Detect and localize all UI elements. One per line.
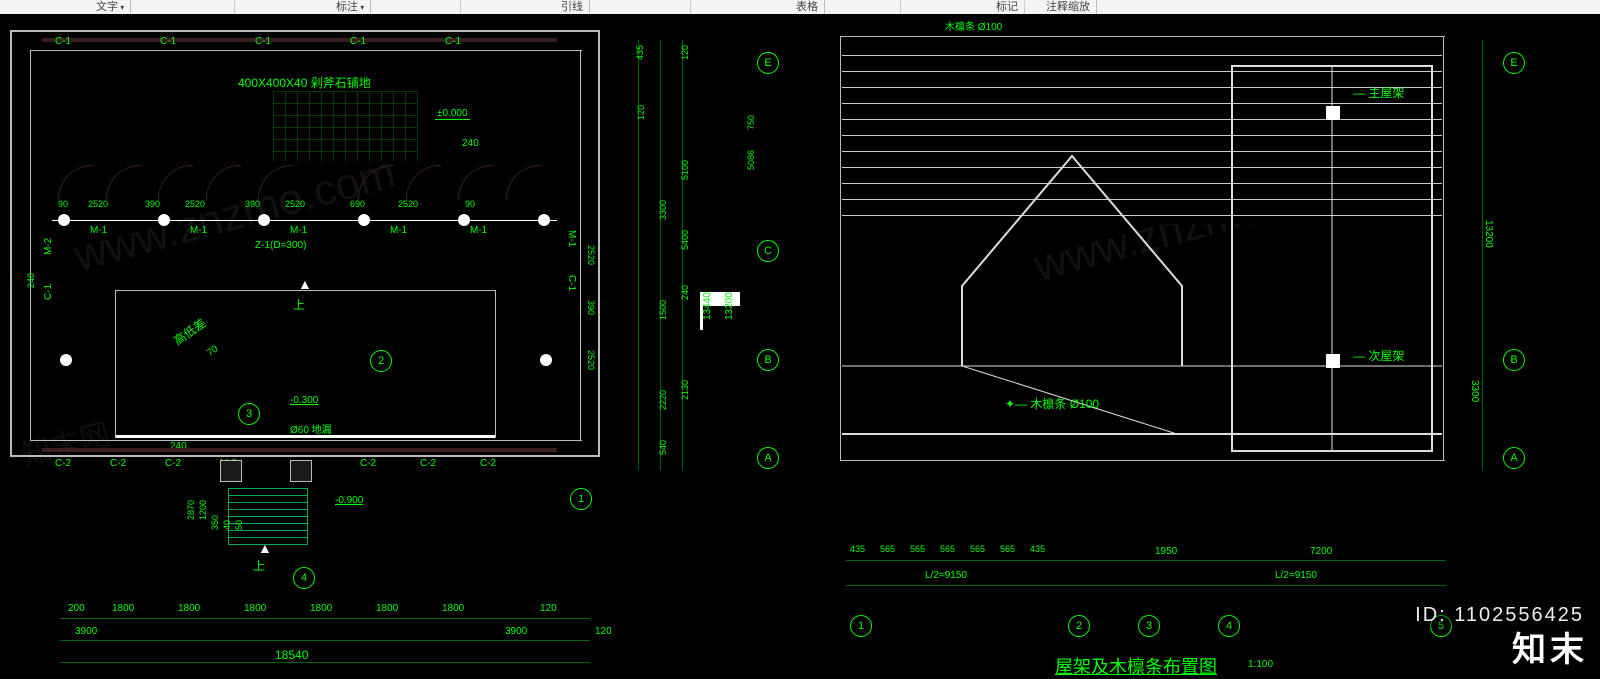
dim: 1800 bbox=[178, 603, 200, 614]
dim: 435 bbox=[850, 544, 865, 554]
grid-4-entry: 4 bbox=[293, 567, 315, 589]
dim: L/2=9150 bbox=[1275, 570, 1317, 581]
dim: 435 bbox=[1030, 544, 1045, 554]
grid-B: B bbox=[1503, 349, 1525, 371]
height-diff: 高低差 bbox=[170, 314, 209, 349]
gable-outline bbox=[842, 36, 1446, 462]
dim: 565 bbox=[1000, 544, 1015, 554]
paving-grid bbox=[273, 91, 418, 161]
dim: 3900 bbox=[505, 626, 527, 637]
dim: 3300 bbox=[1469, 380, 1480, 402]
axis-c2: C-2 bbox=[165, 458, 181, 469]
brand-logo: 知末 bbox=[1512, 622, 1588, 671]
grid-Al: A bbox=[757, 447, 779, 469]
up-arrow-icon: ▲ bbox=[298, 276, 312, 292]
tb-dim[interactable]: 标注 ▾ bbox=[330, 0, 371, 14]
dim: 565 bbox=[910, 544, 925, 554]
c1-right: C-1 bbox=[566, 275, 577, 291]
axis-c2: C-2 bbox=[110, 458, 126, 469]
elev-zero: ±0.000 bbox=[435, 108, 470, 120]
dim: 350 bbox=[210, 515, 220, 530]
dim-240: 240 bbox=[462, 138, 479, 149]
grid-2-inner: 2 bbox=[370, 350, 392, 372]
up-arrow-label: 上 bbox=[293, 296, 305, 313]
dim: 200 bbox=[68, 603, 85, 614]
up2: 上 bbox=[253, 557, 265, 574]
tb-mark[interactable]: 标记 bbox=[990, 0, 1025, 14]
drain: Ø60 地漏 bbox=[290, 421, 332, 436]
dim: 565 bbox=[970, 544, 985, 554]
dim: 435 bbox=[635, 45, 645, 60]
dim: 1800 bbox=[442, 603, 464, 614]
dim: 1800 bbox=[376, 603, 398, 614]
dim: 1800 bbox=[112, 603, 134, 614]
grid-1-entry: 1 bbox=[570, 488, 592, 510]
dim: 5086 bbox=[746, 150, 756, 170]
grid-2b: 2 bbox=[1068, 615, 1090, 637]
axis-c2: C-2 bbox=[420, 458, 436, 469]
grid-3-inner: 3 bbox=[238, 403, 260, 425]
dim: L/2=9150 bbox=[925, 570, 967, 581]
dim: 2520 bbox=[586, 245, 596, 265]
dim: 13200 bbox=[1483, 220, 1494, 248]
toolbar: 文字 ▾ 标注 ▾ 引线 表格 标记 注释缩放 bbox=[0, 0, 1600, 14]
axis-c2: C-2 bbox=[55, 458, 71, 469]
m2-left: M-2 bbox=[43, 238, 54, 255]
door-arcs bbox=[58, 165, 558, 203]
c1-left: C-1 bbox=[43, 284, 54, 300]
grid-Cl: C bbox=[757, 240, 779, 262]
m1: M-1 bbox=[290, 225, 307, 236]
elev-a: -0.300 bbox=[290, 395, 318, 406]
dim: 1200 bbox=[198, 500, 208, 520]
dim-total: 18540 bbox=[275, 648, 308, 662]
dim: 120 bbox=[595, 626, 612, 637]
dim: 1800 bbox=[244, 603, 266, 614]
m1: M-1 bbox=[470, 225, 487, 236]
dim: 565 bbox=[880, 544, 895, 554]
grid-A: A bbox=[1503, 447, 1525, 469]
top-purlin-note: 木檩条 Ø100 bbox=[945, 18, 1002, 33]
dim: 1800 bbox=[310, 603, 332, 614]
entry-pier bbox=[220, 460, 242, 482]
dim: 3900 bbox=[75, 626, 97, 637]
tb-text[interactable]: 文字 ▾ bbox=[90, 0, 131, 14]
dim: 240 bbox=[26, 273, 36, 288]
tb-table[interactable]: 表格 bbox=[790, 0, 825, 14]
dim: 1950 bbox=[1155, 546, 1177, 557]
axis-c2: C-2 bbox=[480, 458, 496, 469]
grid-4b: 4 bbox=[1218, 615, 1240, 637]
m1: M-1 bbox=[190, 225, 207, 236]
dim: 7200 bbox=[1310, 546, 1332, 557]
dim: 390 bbox=[586, 300, 596, 315]
dim: 565 bbox=[940, 544, 955, 554]
z1: Z-1(D=300) bbox=[255, 240, 306, 251]
dim: 2520 bbox=[586, 350, 596, 370]
dim: 750 bbox=[746, 115, 756, 130]
entry-steps bbox=[228, 488, 308, 545]
paving-note: 400X400X40 剁斧石铺地 bbox=[238, 74, 371, 91]
grid-El: E bbox=[757, 52, 779, 74]
m1: M-1 bbox=[390, 225, 407, 236]
grid-3b: 3 bbox=[1138, 615, 1160, 637]
m1: M-1 bbox=[90, 225, 107, 236]
m1-right: M-1 bbox=[566, 230, 577, 247]
tb-scale[interactable]: 注释缩放 bbox=[1040, 0, 1097, 14]
entry-pier bbox=[290, 460, 312, 482]
up2-arrow-icon: ▲ bbox=[258, 540, 272, 556]
drawing-title: 屋架及木檩条布置图 bbox=[1055, 653, 1217, 679]
elev-entry: -0.900 bbox=[335, 495, 363, 506]
grid-1b: 1 bbox=[850, 615, 872, 637]
dim: 120 bbox=[540, 603, 557, 614]
height-diff-val: 70 bbox=[205, 344, 220, 359]
axis-c2: C-2 bbox=[360, 458, 376, 469]
grid-E: E bbox=[1503, 52, 1525, 74]
tb-leader[interactable]: 引线 bbox=[555, 0, 590, 14]
drawing-scale: 1:100 bbox=[1248, 659, 1273, 670]
grid-Bl: B bbox=[757, 349, 779, 371]
dim: 2870 bbox=[186, 500, 196, 520]
